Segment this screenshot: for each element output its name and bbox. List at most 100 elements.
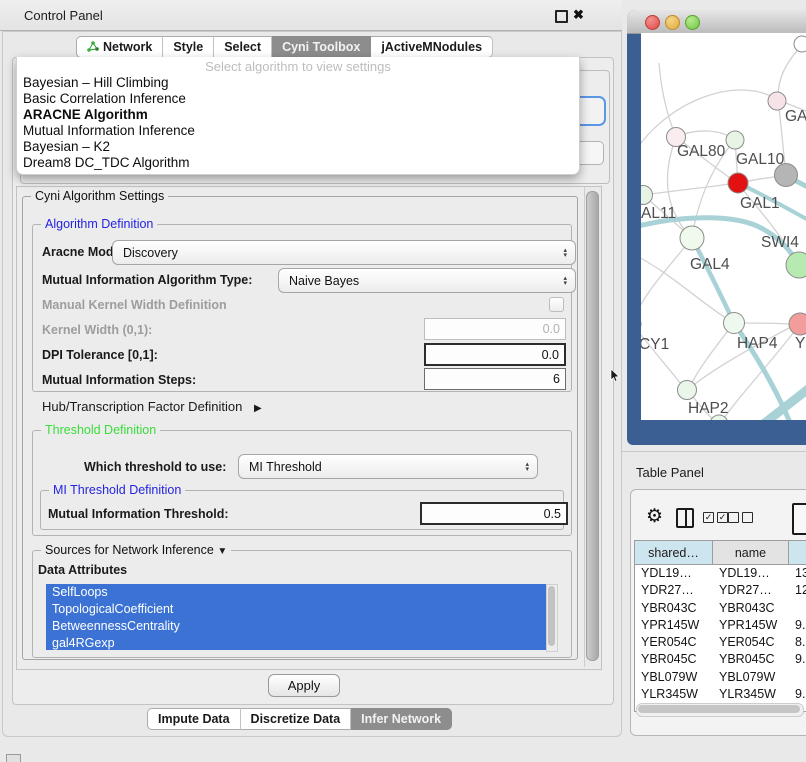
node-hap4[interactable] [724, 313, 745, 334]
table-cell: YBR045C [713, 651, 789, 668]
combo-stepper-icon: ▴▾ [563, 276, 567, 286]
tab-network[interactable]: Network [76, 36, 163, 58]
screen: Control Panel ✖ Network Style SelectCyni T… [0, 0, 806, 762]
table-cell: YBR043C [635, 600, 713, 617]
aracne-mode-value: Discovery [123, 246, 178, 260]
algorithm-option-mutual-information-inference[interactable]: Mutual Information Inference [17, 123, 579, 139]
tab-style[interactable]: Style [163, 36, 214, 58]
gear-icon[interactable]: ⚙ [646, 505, 663, 528]
node-gal[interactable] [768, 92, 786, 110]
aracne-mode-combobox[interactable]: Discovery ▴▾ [112, 240, 576, 265]
algorithm-option-bayesian-k2[interactable]: Bayesian – K2 [17, 139, 579, 155]
table-cell: YBR045C [635, 651, 713, 668]
network-window-titlebar [627, 10, 806, 34]
minimize-traffic-light-icon[interactable] [665, 15, 680, 30]
table-cell: YPR145W [635, 617, 713, 634]
mi-steps-field[interactable]: 6 [424, 368, 566, 390]
column-header-a[interactable]: A [789, 541, 806, 565]
tab-label: Discretize Data [251, 712, 341, 726]
table-cell: YPR145W [713, 617, 789, 634]
table-row[interactable]: YDR27…YDR27…12 [635, 582, 806, 599]
node-salmon-label: Y [795, 335, 805, 352]
zoom-traffic-light-icon[interactable] [685, 15, 700, 30]
which-threshold-combobox[interactable]: MI Threshold ▴▾ [238, 454, 538, 479]
select-all-columns-icon[interactable]: ✓✓ [703, 512, 728, 523]
table-cell: YER054C [635, 634, 713, 651]
column-header-name[interactable]: name [713, 541, 789, 565]
network-view-window: GALGAL80GAL10GAL1GAL11SWI4GAL4HAP4YGCY1H… [627, 10, 806, 445]
table-row[interactable]: YDL19…YDL19…13 [635, 565, 806, 582]
attribute-item-topologicalcoefficient[interactable]: TopologicalCoefficient [46, 601, 546, 618]
table-row[interactable]: YPR145WYPR145W9. [635, 617, 806, 634]
algorithm-definition-title: Algorithm Definition [41, 217, 157, 231]
table-body: YDL19…YDL19…13YDR27…YDR27…12YBR043CYBR04… [635, 565, 806, 711]
tab-impute-data[interactable]: Impute Data [147, 708, 241, 730]
node-gal-label: GAL [785, 108, 806, 125]
node-salmon[interactable] [789, 313, 806, 335]
table-cell: YBL079W [635, 669, 713, 686]
attributes-scrollbar-thumb[interactable] [548, 586, 555, 646]
network-graph: GALGAL80GAL10GAL1GAL11SWI4GAL4HAP4YGCY1H… [641, 33, 806, 420]
sources-expander[interactable]: Sources for Network Inference ▼ [41, 543, 231, 557]
kernel-width-field[interactable]: 0.0 [424, 318, 566, 340]
columns-icon[interactable] [676, 508, 694, 528]
algorithm-option-aracne-algorithm[interactable]: ARACNE Algorithm [17, 107, 579, 123]
node-swi4[interactable] [786, 252, 806, 278]
table-row[interactable]: YLR345WYLR345W9. [635, 686, 806, 703]
attribute-item-gal4rgexp[interactable]: gal4RGexp [46, 635, 546, 650]
window-icon-partial[interactable] [6, 754, 21, 762]
table-row[interactable]: YBR045CYBR045C9. [635, 651, 806, 668]
node-hap2[interactable] [678, 381, 697, 400]
attribute-item-betweennesscentrality[interactable]: BetweennessCentrality [46, 618, 546, 635]
table-row[interactable]: YBR043CYBR043C [635, 600, 806, 617]
tab-label: Style [173, 40, 203, 54]
combo-stepper-icon: ▴▾ [525, 462, 529, 472]
table-cell: YER054C [713, 634, 789, 651]
mi-threshold-group-title: MI Threshold Definition [49, 483, 185, 497]
tab-infer-network[interactable]: Infer Network [351, 708, 452, 730]
algorithm-dropdown-popup: Select algorithm to view settings Bayesi… [16, 57, 580, 175]
settings-scrollbar-thumb[interactable] [586, 191, 599, 661]
import-table-icon[interactable] [792, 503, 806, 535]
column-header-shared[interactable]: shared… [635, 541, 713, 565]
expander-right-arrow-icon: ▶ [254, 403, 262, 414]
control-panel-title: Control Panel [24, 8, 103, 23]
node-swi4-label: SWI4 [761, 234, 799, 251]
node-gal10[interactable] [726, 131, 744, 149]
table-cell [789, 600, 806, 617]
node-gal4[interactable] [680, 226, 704, 250]
tab-cyni-toolbox[interactable]: Cyni Toolbox [272, 36, 371, 58]
table-hscrollbar-thumb[interactable] [638, 705, 800, 713]
table-cell: YBR043C [713, 600, 789, 617]
float-window-icon[interactable] [555, 10, 568, 23]
close-icon[interactable]: ✖ [573, 7, 584, 23]
table-cell: 9. [789, 617, 806, 634]
dpi-tolerance-field[interactable]: 0.0 [424, 343, 566, 366]
node-gal1[interactable] [728, 173, 748, 193]
tab-discretize-data[interactable]: Discretize Data [241, 708, 352, 730]
hub-definition-expander[interactable]: Hub/Transcription Factor Definition ▶ [42, 399, 262, 414]
network-canvas[interactable]: GALGAL80GAL10GAL1GAL11SWI4GAL4HAP4YGCY1H… [641, 33, 806, 420]
table-cell: 9. [789, 651, 806, 668]
node-top[interactable] [794, 36, 806, 52]
mi-threshold-field[interactable]: 0.5 [420, 502, 568, 525]
table-header-row: shared…nameA [635, 541, 806, 565]
manual-kernel-checkbox[interactable] [549, 297, 564, 312]
table-cell: 9. [789, 686, 806, 703]
algorithm-option-bayesian-hill-climbing[interactable]: Bayesian – Hill Climbing [17, 75, 579, 91]
mi-type-label: Mutual Information Algorithm Type: [42, 273, 252, 287]
algorithm-option-basic-correlation-inference[interactable]: Basic Correlation Inference [17, 91, 579, 107]
mi-type-combobox[interactable]: Naive Bayes ▴▾ [278, 268, 576, 293]
tab-jactivemnodules[interactable]: jActiveMNodules [371, 36, 493, 58]
deselect-all-columns-icon[interactable] [728, 512, 753, 523]
apply-button[interactable]: Apply [268, 674, 340, 697]
close-traffic-light-icon[interactable] [645, 15, 660, 30]
data-attributes-list[interactable]: SelfLoopsTopologicalCoefficientBetweenne… [46, 584, 546, 650]
which-threshold-value: MI Threshold [249, 460, 322, 474]
table-row[interactable]: YBL079WYBL079W [635, 669, 806, 686]
tab-select[interactable]: Select [214, 36, 272, 58]
algorithm-option-dream8-dc-tdc-algorithm[interactable]: Dream8 DC_TDC Algorithm [17, 155, 579, 171]
bottom-tabs: Impute Data Discretize Data Infer Network [147, 708, 452, 730]
table-row[interactable]: YER054CYER054C8. [635, 634, 806, 651]
attribute-item-selfloops[interactable]: SelfLoops [46, 584, 546, 601]
